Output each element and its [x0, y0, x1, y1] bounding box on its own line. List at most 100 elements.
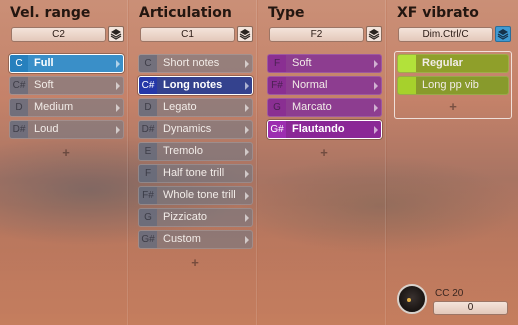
- key-note: D: [10, 99, 28, 116]
- item-label: Custom: [163, 233, 201, 245]
- articulation-item[interactable]: F# Normal: [267, 76, 382, 95]
- submenu-arrow-icon[interactable]: [245, 236, 249, 244]
- submenu-arrow-icon[interactable]: [116, 126, 120, 134]
- articulation-item[interactable]: F# Whole tone trill: [138, 186, 253, 205]
- layers-button[interactable]: [108, 26, 124, 42]
- articulation-item[interactable]: F Soft: [267, 54, 382, 73]
- key-note: C: [139, 55, 157, 72]
- key-note: C#: [139, 77, 157, 94]
- item-label: Medium: [34, 101, 74, 113]
- submenu-arrow-icon[interactable]: [374, 60, 378, 68]
- column-title: Vel. range: [10, 5, 91, 21]
- cc-label: CC 20: [435, 288, 464, 299]
- layers-icon: [497, 29, 509, 40]
- key-note: G: [268, 99, 286, 116]
- submenu-arrow-icon[interactable]: [116, 82, 120, 90]
- articulation-item[interactable]: G Marcato: [267, 98, 382, 117]
- key-note: D#: [139, 121, 157, 138]
- layers-icon: [368, 29, 380, 40]
- submenu-arrow-icon[interactable]: [245, 148, 249, 156]
- submenu-arrow-icon[interactable]: [116, 60, 120, 68]
- submenu-arrow-icon[interactable]: [374, 82, 378, 90]
- articulation-item[interactable]: G# Flautando: [267, 120, 382, 139]
- add-item-button[interactable]: +: [189, 255, 201, 270]
- layers-icon: [239, 29, 251, 40]
- submenu-arrow-icon[interactable]: [245, 214, 249, 222]
- submenu-arrow-icon[interactable]: [116, 104, 120, 112]
- item-label: Soft: [292, 57, 312, 69]
- column-articulation: Articulation C1 C Short notes C# Long no…: [129, 0, 257, 325]
- column-title: Type: [268, 5, 305, 21]
- item-label: Long notes: [163, 79, 223, 91]
- item-label: Flautando: [292, 123, 345, 135]
- key-selector[interactable]: C2: [11, 27, 106, 42]
- submenu-arrow-icon[interactable]: [245, 192, 249, 200]
- item-label: Pizzicato: [163, 211, 208, 223]
- key-note: G: [139, 209, 157, 226]
- item-label: Short notes: [163, 57, 220, 69]
- articulation-item[interactable]: C Short notes: [138, 54, 253, 73]
- item-label: Long pp vib: [422, 79, 479, 91]
- key-note: [398, 55, 416, 72]
- articulation-item[interactable]: D# Loud: [9, 120, 124, 139]
- articulation-item[interactable]: C# Long notes: [138, 76, 253, 95]
- layers-button[interactable]: [237, 26, 253, 42]
- submenu-arrow-icon[interactable]: [374, 126, 378, 134]
- layers-button[interactable]: [495, 26, 511, 42]
- submenu-arrow-icon[interactable]: [245, 126, 249, 134]
- submenu-arrow-icon[interactable]: [245, 104, 249, 112]
- key-note: F: [268, 55, 286, 72]
- key-selector[interactable]: F2: [269, 27, 364, 42]
- articulation-item[interactable]: D# Dynamics: [138, 120, 253, 139]
- key-note: F: [139, 165, 157, 182]
- articulation-item[interactable]: Regular: [397, 54, 509, 73]
- articulation-item[interactable]: D Legato: [138, 98, 253, 117]
- column-type: Type F2 F Soft F# Normal G Marcato G# Fl…: [258, 0, 386, 325]
- layers-button[interactable]: [366, 26, 382, 42]
- key-note: F#: [139, 187, 157, 204]
- item-label: Loud: [34, 123, 59, 135]
- key-note: D: [139, 99, 157, 116]
- articulation-item[interactable]: C Full: [9, 54, 124, 73]
- articulation-item[interactable]: F Half tone trill: [138, 164, 253, 183]
- column-title: XF vibrato: [397, 5, 479, 21]
- column-vel-range: Vel. range C2 C Full C# Soft D Medium D#…: [0, 0, 128, 325]
- key-note: G#: [268, 121, 286, 138]
- item-label: Tremolo: [163, 145, 203, 157]
- layers-icon: [110, 29, 122, 40]
- submenu-arrow-icon[interactable]: [245, 170, 249, 178]
- add-item-button[interactable]: +: [318, 145, 330, 160]
- item-label: Soft: [34, 79, 54, 91]
- articulation-item[interactable]: C# Soft: [9, 76, 124, 95]
- column-title: Articulation: [139, 5, 232, 21]
- item-label: Marcato: [292, 101, 332, 113]
- submenu-arrow-icon[interactable]: [245, 82, 249, 90]
- cc-knob[interactable]: [397, 284, 427, 314]
- key-selector[interactable]: C1: [140, 27, 235, 42]
- key-note: G#: [139, 231, 157, 248]
- key-note: C: [10, 55, 28, 72]
- item-label: Regular: [422, 57, 463, 69]
- articulation-item[interactable]: Long pp vib: [397, 76, 509, 95]
- item-label: Full: [34, 57, 54, 69]
- item-label: Half tone trill: [163, 167, 225, 179]
- articulation-item[interactable]: D Medium: [9, 98, 124, 117]
- key-note: E: [139, 143, 157, 160]
- item-label: Legato: [163, 101, 197, 113]
- cc-value-field[interactable]: 0: [433, 301, 508, 315]
- key-note: F#: [268, 77, 286, 94]
- key-note: C#: [10, 77, 28, 94]
- knob-indicator: [407, 298, 411, 302]
- item-label: Normal: [292, 79, 328, 91]
- articulation-item[interactable]: G Pizzicato: [138, 208, 253, 227]
- submenu-arrow-icon[interactable]: [374, 104, 378, 112]
- key-note: [398, 77, 416, 94]
- item-label: Whole tone trill: [163, 189, 236, 201]
- articulation-item[interactable]: G# Custom: [138, 230, 253, 249]
- add-item-button[interactable]: +: [60, 145, 72, 160]
- articulation-item[interactable]: E Tremolo: [138, 142, 253, 161]
- item-label: Dynamics: [163, 123, 212, 135]
- add-item-button[interactable]: +: [447, 99, 459, 114]
- submenu-arrow-icon[interactable]: [245, 60, 249, 68]
- key-selector[interactable]: Dim.Ctrl/C: [398, 27, 493, 42]
